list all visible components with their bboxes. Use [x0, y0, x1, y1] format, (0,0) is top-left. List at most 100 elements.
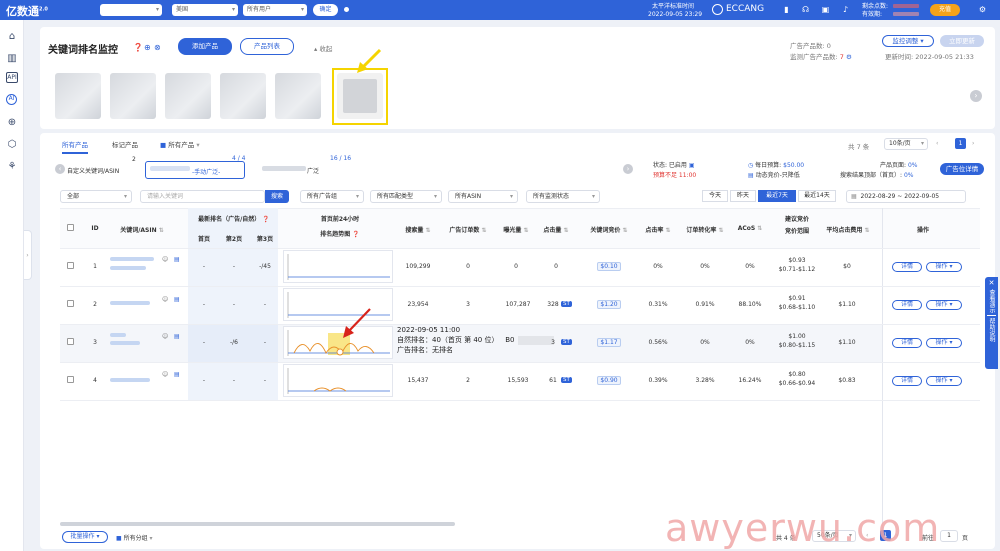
custom-keyword-group[interactable]: 自定义关键词/ASIN: [67, 166, 119, 175]
detail-button[interactable]: 详情: [892, 338, 922, 348]
smiley-icon[interactable]: ☺: [162, 296, 168, 303]
ai-icon[interactable]: AI: [6, 94, 17, 105]
goto-page-input[interactable]: 1: [940, 530, 958, 542]
bell-icon[interactable]: ♪: [840, 4, 851, 15]
detail-button[interactable]: 详情: [892, 262, 922, 272]
select-all-checkbox[interactable]: [67, 224, 74, 231]
ad-orders[interactable]: 3: [455, 301, 481, 308]
col-search-volume[interactable]: 搜索量 ⇅: [400, 225, 436, 234]
st-badge[interactable]: ST: [561, 301, 572, 307]
detail-button[interactable]: 详情: [892, 300, 922, 310]
next-page-icon[interactable]: ›: [972, 140, 974, 147]
group-next-icon[interactable]: ›: [623, 164, 633, 174]
confirm-button[interactable]: 确定: [313, 4, 338, 16]
row-checkbox[interactable]: [67, 300, 74, 307]
carousel-next-icon[interactable]: ›: [970, 90, 982, 102]
third-group[interactable]: 广泛: [307, 166, 319, 175]
trend-sparkline[interactable]: [283, 250, 393, 283]
range-today[interactable]: 今天: [702, 190, 728, 202]
smiley-icon[interactable]: ☺: [162, 256, 168, 263]
product-thumbnail[interactable]: [55, 73, 101, 119]
search-button[interactable]: 搜索: [265, 190, 289, 203]
bulk-ops-button[interactable]: 批量操作 ▾: [62, 531, 108, 543]
add-circle-icon[interactable]: ⊕: [144, 43, 151, 52]
clicks[interactable]: 61: [544, 377, 562, 384]
region-select[interactable]: 美国 ▾: [172, 4, 238, 16]
scope-select[interactable]: 全部 ▾: [60, 190, 132, 203]
range-yesterday[interactable]: 昨天: [730, 190, 756, 202]
action-menu-button[interactable]: 操作 ▾: [926, 262, 962, 272]
keyword-link[interactable]: [110, 301, 150, 305]
clicks[interactable]: 3: [548, 339, 558, 346]
store-select[interactable]: ▾: [100, 4, 162, 16]
smiley-icon[interactable]: ☺: [162, 333, 168, 340]
action-menu-button[interactable]: 操作 ▾: [926, 300, 962, 310]
keyword-link[interactable]: [110, 378, 150, 382]
help-link[interactable]: 帮助说明: [988, 318, 995, 342]
manual-ad-group[interactable]: -手动广泛-: [145, 161, 245, 179]
immediate-update-button[interactable]: 立即更新: [940, 35, 984, 47]
folder-all-products[interactable]: ■ 所有产品 ▾: [160, 139, 200, 149]
product-thumbnail[interactable]: [165, 73, 211, 119]
doc-icon[interactable]: ▤: [174, 256, 180, 263]
date-range-picker[interactable]: ▦ 2022-08-29 ~ 2022-09-05: [846, 190, 966, 203]
col-impressions[interactable]: 曝光量 ⇅: [498, 225, 534, 234]
calendar-icon[interactable]: ▣: [820, 4, 831, 15]
tree-icon[interactable]: ⚘: [5, 160, 19, 174]
page-number[interactable]: 1: [955, 138, 966, 149]
clicks[interactable]: 328: [544, 301, 562, 308]
keyword-bid[interactable]: $0.10: [597, 262, 621, 271]
help-icon[interactable]: ❓: [133, 43, 143, 52]
col-clicks[interactable]: 点击量 ⇅: [538, 225, 574, 234]
collapse-toggle[interactable]: ▴ 收起: [314, 43, 332, 53]
keyword-search-input[interactable]: 请输入关键词: [140, 190, 265, 203]
keyword-bid[interactable]: $1.20: [597, 300, 621, 309]
impressions[interactable]: 107,287: [503, 301, 533, 308]
smiley-icon[interactable]: ☺: [162, 371, 168, 378]
action-menu-button[interactable]: 操作 ▾: [926, 376, 962, 386]
col-ad-orders[interactable]: 广告订单数 ⇅: [443, 225, 493, 234]
view-demo-link[interactable]: 查看演示: [988, 289, 995, 313]
horizontal-scrollbar[interactable]: [60, 522, 455, 526]
col-keyword-bid[interactable]: 关键词竞价 ⇅: [584, 225, 634, 234]
prev-page-icon[interactable]: ‹: [936, 140, 938, 147]
keyword-bid[interactable]: $0.90: [597, 376, 621, 385]
trend-sparkline[interactable]: [283, 364, 393, 397]
product-thumbnail[interactable]: [275, 73, 321, 119]
ad-group-filter[interactable]: 所有广告组 ▾: [300, 190, 364, 203]
col-acos[interactable]: ACoS ⇅: [734, 225, 766, 232]
st-badge[interactable]: ST: [561, 377, 572, 383]
keyword-link[interactable]: [110, 333, 126, 337]
col-ctr[interactable]: 点击率 ⇅: [640, 225, 676, 234]
settings-icon[interactable]: ⚙: [977, 4, 988, 15]
col-keyword-asin[interactable]: 关键词/ASIN ⇅: [112, 225, 172, 234]
doc-icon[interactable]: ▤: [174, 333, 180, 340]
doc-icon[interactable]: ▤: [174, 371, 180, 378]
app-logo[interactable]: 亿数通2.0: [6, 3, 48, 19]
api-icon[interactable]: API: [6, 72, 18, 83]
range-last7[interactable]: 最近7天: [758, 190, 796, 202]
add-product-button[interactable]: 添加产品: [178, 38, 232, 55]
product-list-button[interactable]: 产品列表: [240, 38, 294, 55]
group-prev-icon[interactable]: ‹: [55, 164, 65, 174]
detail-button[interactable]: 详情: [892, 376, 922, 386]
product-thumbnail[interactable]: [220, 73, 266, 119]
cube-icon[interactable]: ⬡: [5, 138, 19, 152]
monitor-adjust-button[interactable]: 监控调整 ▾: [882, 35, 934, 47]
row-checkbox[interactable]: [67, 376, 74, 383]
flag-icon[interactable]: ▮: [781, 4, 792, 15]
recharge-button[interactable]: 充值: [930, 4, 960, 16]
all-groups-select[interactable]: ■ 所有分组 ▾: [116, 533, 153, 542]
monitor-status-filter[interactable]: 所有监测状态 ▾: [526, 190, 600, 203]
home-icon[interactable]: ⌂: [5, 30, 19, 44]
keyword-link[interactable]: [110, 266, 146, 270]
asin-filter[interactable]: 所有ASIN ▾: [448, 190, 518, 203]
match-type-filter[interactable]: 所有匹配类型 ▾: [370, 190, 442, 203]
rail-expand-handle[interactable]: ›: [24, 230, 32, 280]
tab-tagged-products[interactable]: 标记产品: [112, 139, 138, 149]
keyword-bid[interactable]: $1.17: [597, 338, 621, 347]
col-cvr[interactable]: 订单转化率 ⇅: [680, 225, 730, 234]
ad-position-detail-button[interactable]: 广告位详情: [940, 163, 984, 175]
user-select[interactable]: 所有用户 ▾: [243, 4, 307, 16]
impressions[interactable]: 15,593: [503, 377, 533, 384]
